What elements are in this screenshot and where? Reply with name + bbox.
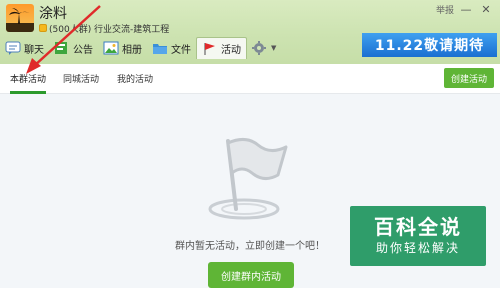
tab-label: 公告 <box>73 44 93 56</box>
notice-icon <box>55 42 67 54</box>
tab-label: 活动 <box>221 45 241 56</box>
subtab-local-activities[interactable]: 同城活动 <box>63 72 99 85</box>
group-avatar[interactable] <box>6 4 34 32</box>
activity-subnav: 本群活动 同城活动 我的活动 创建活动 <box>0 64 500 94</box>
active-tab-indicator <box>10 91 46 94</box>
group-meta: (500人群) 行业交流-建筑工程 <box>39 22 170 35</box>
folder-icon <box>153 44 167 54</box>
create-group-activity-button[interactable]: 创建群内活动 <box>208 262 294 288</box>
chevron-down-icon: ▼ <box>271 44 277 52</box>
gear-icon <box>252 41 266 55</box>
subtab-group-activities[interactable]: 本群活动 <box>10 72 46 85</box>
tab-chat[interactable]: 聊天 <box>0 37 49 59</box>
tab-label: 文件 <box>171 44 191 56</box>
level-badge-icon <box>39 24 47 32</box>
tab-label: 相册 <box>122 44 142 56</box>
tab-files[interactable]: 文件 <box>147 37 196 59</box>
create-activity-button[interactable]: 创建活动 <box>444 68 494 88</box>
watermark-logo: 百科全说 助你轻松解决 <box>350 206 486 266</box>
flag-icon <box>204 42 215 55</box>
tab-label: 聊天 <box>24 44 44 56</box>
empty-state-message: 群内暂无活动，立即创建一个吧！ <box>175 241 325 252</box>
group-name: 涂料 <box>39 6 67 22</box>
promo-banner[interactable]: 11.22敬请期待 <box>362 33 497 57</box>
tab-notice[interactable]: 公告 <box>49 37 98 59</box>
album-icon <box>103 41 119 55</box>
tab-album[interactable]: 相册 <box>98 37 147 59</box>
close-icon[interactable]: ✕ <box>478 2 494 16</box>
watermark-title: 百科全说 <box>374 215 462 239</box>
tab-activity[interactable]: 活动 <box>196 37 247 59</box>
watermark-subtitle: 助你轻松解决 <box>375 241 460 255</box>
tab-settings[interactable]: ▼ <box>247 37 281 59</box>
group-tabbar: 聊天 公告 相册 文件 活动 ▼ <box>0 36 281 60</box>
group-meta-text: (500人群) 行业交流-建筑工程 <box>49 24 170 35</box>
subtab-my-activities[interactable]: 我的活动 <box>117 72 153 85</box>
empty-flag-illustration <box>208 138 288 220</box>
window-controls: 举报 — ✕ <box>436 2 494 16</box>
group-header: 涂料 (500人群) 行业交流-建筑工程 举报 — ✕ 聊天 公告 相册 文件 … <box>0 0 500 64</box>
minimize-icon[interactable]: — <box>458 2 474 16</box>
chat-icon <box>5 41 21 55</box>
report-link[interactable]: 举报 <box>436 3 454 16</box>
